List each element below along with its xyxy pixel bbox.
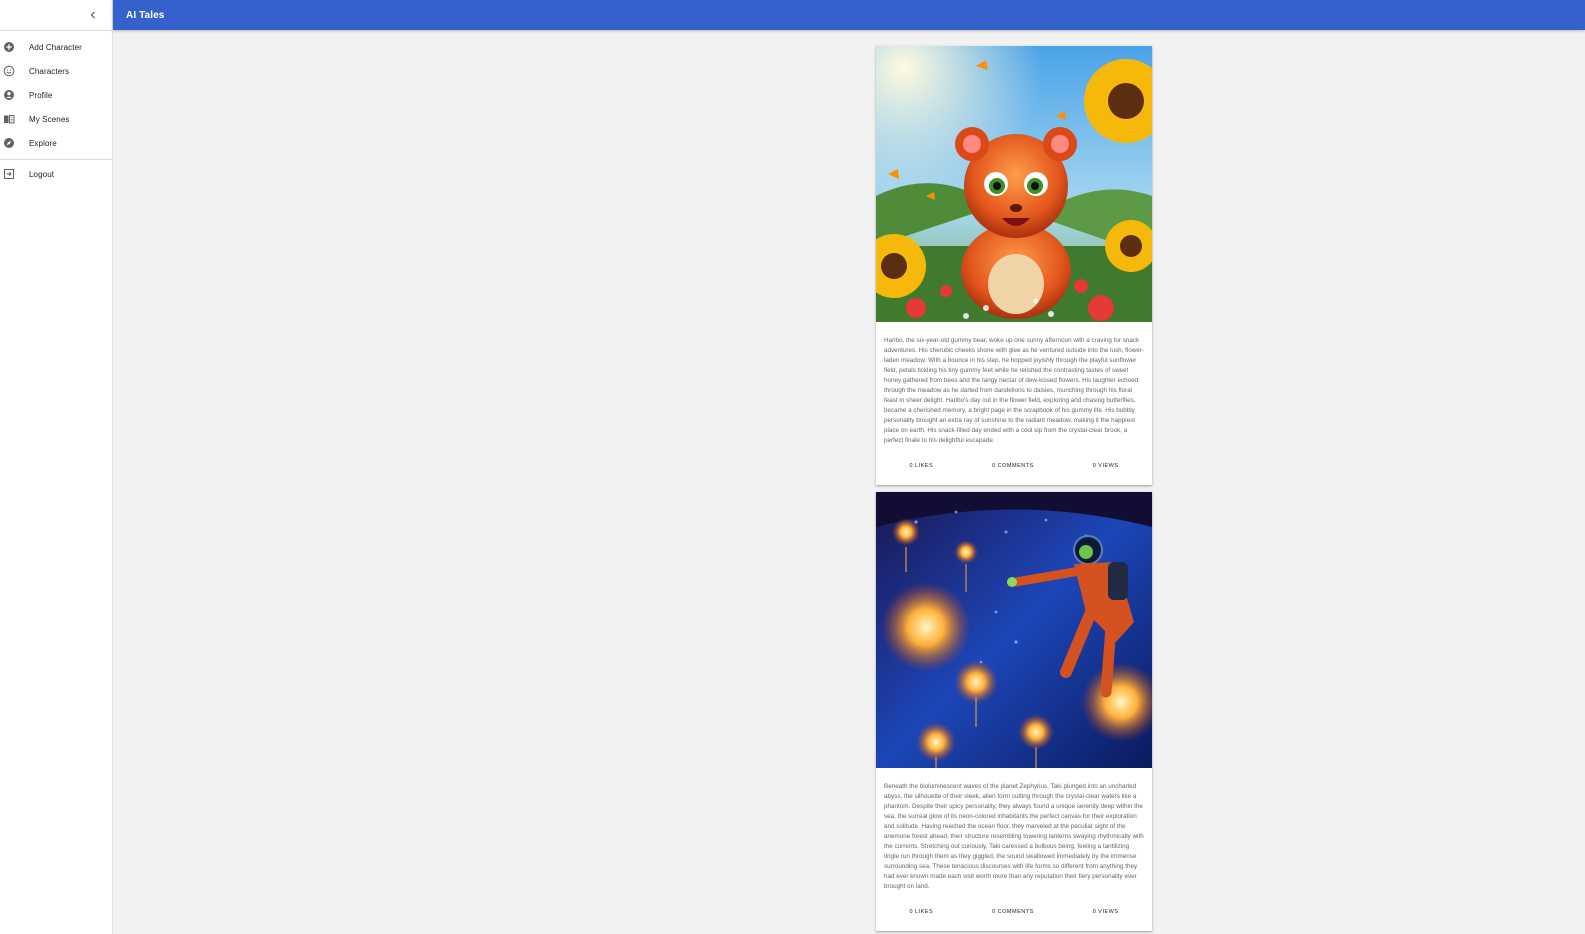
logout-icon — [2, 167, 16, 181]
nav-item-my-scenes[interactable]: My Scenes — [0, 107, 112, 131]
chevron-left-icon[interactable] — [84, 6, 102, 24]
alien-diver-bioluminescent-sea-illustration[interactable] — [876, 492, 1152, 768]
story-text: Haribo, the six-year-old gummy bear, wok… — [884, 337, 1145, 444]
nav-item-label: Logout — [29, 169, 55, 179]
likes-button[interactable]: 0 LIKES — [909, 463, 933, 469]
nav-item-label: Profile — [29, 90, 53, 100]
drawer-header — [0, 0, 112, 30]
nav-item-characters[interactable]: Characters — [0, 59, 112, 83]
views-button[interactable]: 0 VIEWS — [1093, 909, 1119, 915]
nav-item-label: Characters — [29, 66, 70, 76]
add-circle-icon — [2, 40, 16, 54]
nav-item-label: Explore — [29, 138, 57, 148]
story-text: Beneath the bioluminescent waves of the … — [884, 783, 1144, 890]
smiley-face-icon — [2, 64, 16, 78]
nav-item-label: My Scenes — [29, 114, 70, 124]
story-card: Beneath the bioluminescent waves of the … — [876, 492, 1152, 931]
nav-list: Add Character Characters Profile My Scen… — [0, 31, 112, 155]
views-button[interactable]: 0 VIEWS — [1093, 463, 1119, 469]
compass-icon — [2, 136, 16, 150]
navigation-drawer: Add Character Characters Profile My Scen… — [0, 0, 113, 934]
nav-item-label: Add Character — [29, 42, 82, 52]
comments-button[interactable]: 0 COMMENTS — [992, 909, 1034, 915]
app-title: AI Tales — [126, 9, 165, 21]
top-app-bar: AI Tales — [113, 0, 1585, 30]
nav-item-profile[interactable]: Profile — [0, 83, 112, 107]
account-circle-icon — [2, 88, 16, 102]
nav-item-logout[interactable]: Logout — [0, 162, 112, 186]
nav-item-explore[interactable]: Explore — [0, 131, 112, 155]
likes-button[interactable]: 0 LIKES — [909, 909, 933, 915]
card-actions: 0 LIKES 0 COMMENTS 0 VIEWS — [876, 461, 1152, 471]
gummy-bear-sunflower-field-illustration[interactable] — [876, 46, 1152, 322]
nav-item-add-character[interactable]: Add Character — [0, 35, 112, 59]
comments-button[interactable]: 0 COMMENTS — [992, 463, 1034, 469]
book-icon — [2, 112, 16, 126]
card-actions: 0 LIKES 0 COMMENTS 0 VIEWS — [876, 907, 1152, 917]
nav-divider — [0, 159, 112, 160]
story-card: Haribo, the six-year-old gummy bear, wok… — [876, 46, 1152, 485]
